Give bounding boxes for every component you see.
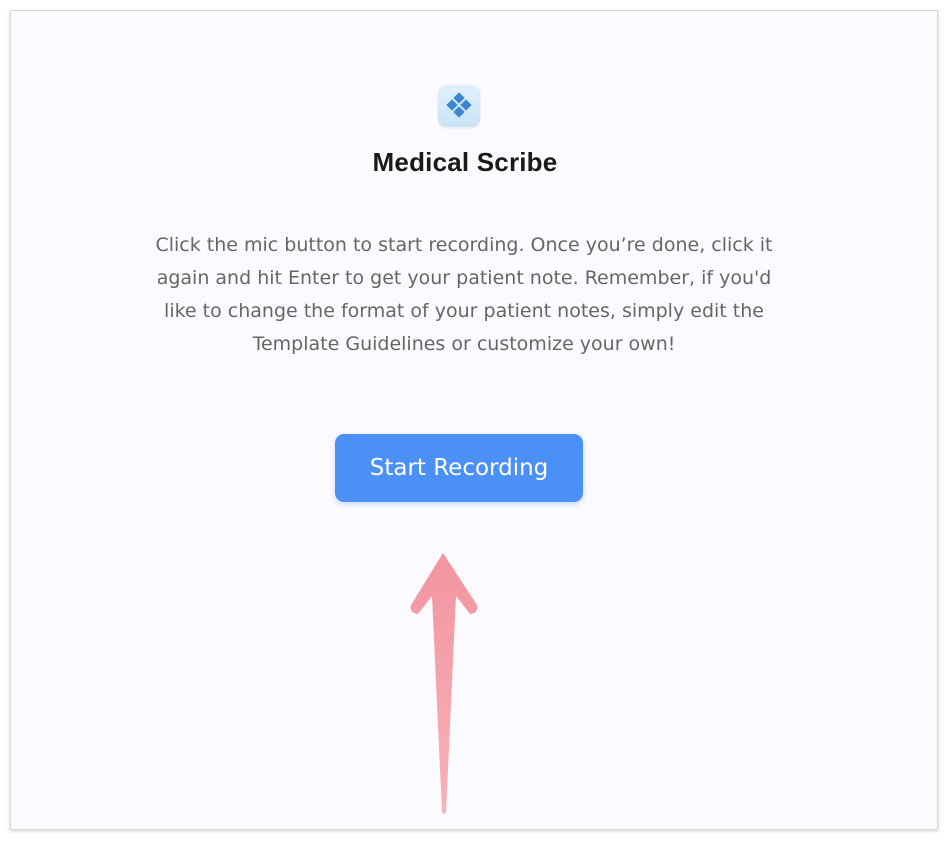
start-recording-button[interactable]: Start Recording [335, 434, 583, 502]
instructions-text: Click the mic button to start recording.… [155, 234, 773, 355]
page-title: Medical Scribe [372, 147, 558, 177]
app-icon-tile [438, 85, 480, 127]
diamond-grid-icon [446, 92, 472, 118]
scribe-panel: Medical Scribe Click the mic button to s… [10, 10, 938, 830]
